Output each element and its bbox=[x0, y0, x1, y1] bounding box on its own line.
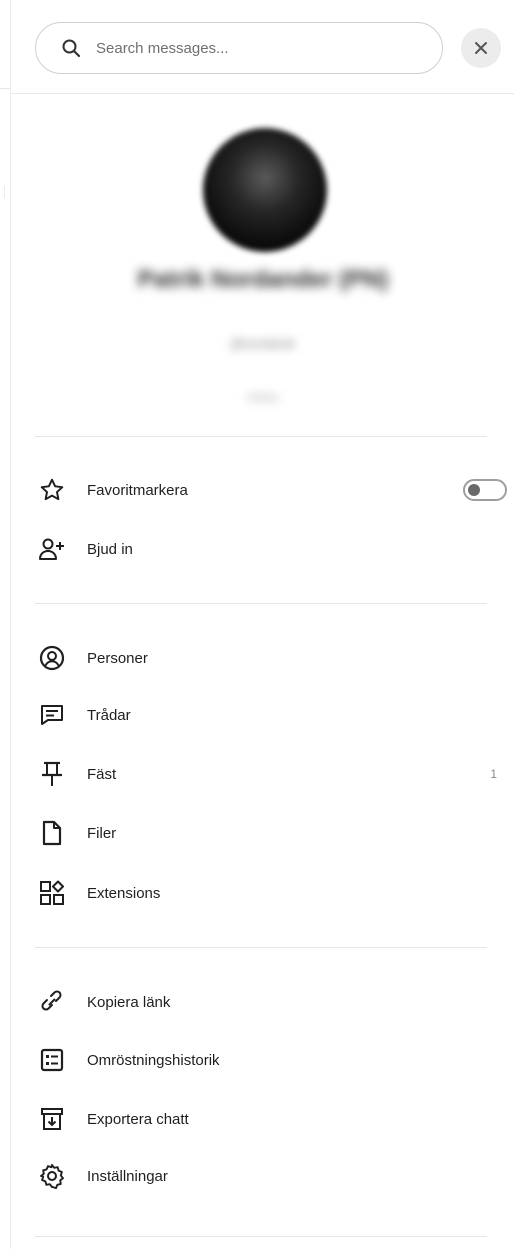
people-item[interactable]: Personer bbox=[37, 640, 497, 676]
section-divider bbox=[35, 603, 487, 604]
poll-history-item[interactable]: Omröstningshistorik bbox=[37, 1042, 497, 1078]
outer-divider bbox=[0, 88, 10, 89]
add-user-icon bbox=[37, 534, 67, 564]
poll-history-icon bbox=[37, 1045, 67, 1075]
invite-item[interactable]: Bjud in bbox=[37, 531, 497, 567]
toggle-knob bbox=[468, 484, 480, 496]
star-icon bbox=[37, 475, 67, 505]
search-input[interactable] bbox=[96, 39, 396, 57]
close-icon bbox=[473, 40, 489, 56]
files-item[interactable]: Filer bbox=[37, 815, 497, 851]
invite-label: Bjud in bbox=[87, 540, 133, 558]
favorite-label: Favoritmarkera bbox=[87, 481, 188, 499]
copy-link-label: Kopiera länk bbox=[87, 993, 171, 1011]
link-icon bbox=[37, 987, 67, 1017]
extensions-label: Extensions bbox=[87, 884, 161, 902]
outer-divider-mark bbox=[4, 186, 5, 198]
poll-history-label: Omröstningshistorik bbox=[87, 1051, 220, 1069]
chat-info-panel: Patrik Nordander (PN) @nordandr Online F… bbox=[10, 0, 514, 1249]
copy-link-item[interactable]: Kopiera länk bbox=[37, 984, 497, 1020]
profile-name: Patrik Nordander (PN) bbox=[137, 266, 389, 293]
profile-handle: @nordandr bbox=[230, 336, 296, 351]
pinned-count: 1 bbox=[490, 767, 497, 781]
search-box[interactable] bbox=[35, 22, 443, 74]
file-icon bbox=[37, 818, 67, 848]
extensions-item[interactable]: Extensions bbox=[37, 875, 497, 911]
extensions-icon bbox=[37, 878, 67, 908]
settings-item[interactable]: Inställningar bbox=[37, 1158, 497, 1194]
threads-label: Trådar bbox=[87, 706, 131, 724]
close-button[interactable] bbox=[461, 28, 501, 68]
section-divider bbox=[35, 436, 487, 437]
pinned-label: Fäst bbox=[87, 765, 117, 783]
threads-item[interactable]: Trådar bbox=[37, 697, 497, 733]
panel-header bbox=[11, 0, 514, 94]
thread-icon bbox=[37, 700, 67, 730]
pinned-item[interactable]: Fäst 1 bbox=[37, 756, 497, 792]
export-icon bbox=[37, 1104, 67, 1134]
files-label: Filer bbox=[87, 824, 117, 842]
gear-icon bbox=[37, 1161, 67, 1191]
favorite-toggle[interactable] bbox=[463, 479, 507, 501]
section-divider bbox=[35, 1236, 487, 1237]
export-chat-item[interactable]: Exportera chatt bbox=[37, 1101, 497, 1137]
avatar bbox=[203, 128, 327, 252]
people-label: Personer bbox=[87, 649, 148, 667]
search-icon bbox=[60, 37, 82, 59]
export-chat-label: Exportera chatt bbox=[87, 1110, 189, 1128]
section-divider bbox=[35, 947, 487, 948]
person-circle-icon bbox=[37, 643, 67, 673]
pin-icon bbox=[37, 759, 67, 789]
settings-label: Inställningar bbox=[87, 1167, 168, 1185]
favorite-item[interactable]: Favoritmarkera bbox=[37, 472, 507, 508]
profile-status: Online bbox=[247, 392, 279, 404]
